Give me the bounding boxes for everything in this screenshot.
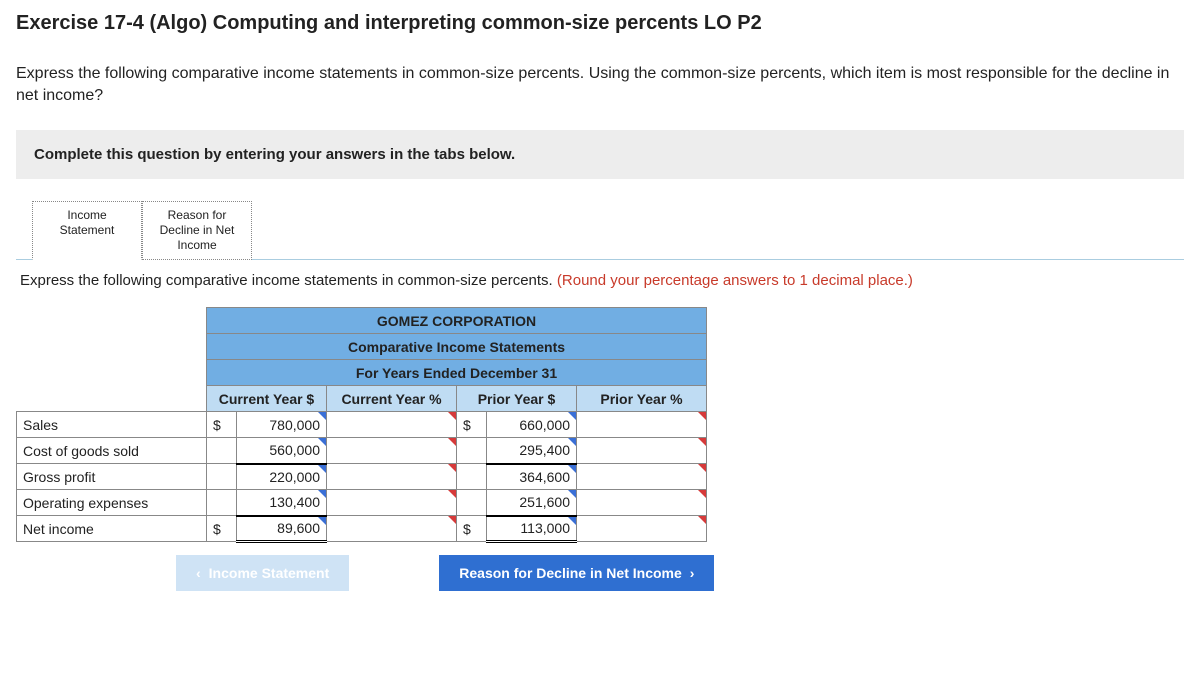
currency-symbol: $ [207, 412, 237, 438]
currency-symbol: $ [207, 516, 237, 542]
edit-marker-icon [318, 517, 326, 525]
cy-pct-input[interactable] [327, 438, 457, 464]
cy-pct-input[interactable] [327, 464, 457, 490]
edit-marker-icon [698, 412, 706, 420]
currency-symbol [457, 490, 487, 516]
edit-marker-icon [568, 490, 576, 498]
edit-marker-icon [568, 438, 576, 446]
next-tab-label: Reason for Decline in Net Income [459, 565, 682, 581]
edit-marker-icon [568, 465, 576, 473]
nav-row: ‹ Income Statement Reason for Decline in… [176, 555, 1184, 591]
table-row: Net income $ 89,600 $ 113,000 [17, 516, 707, 542]
py-pct-input[interactable] [577, 516, 707, 542]
py-pct-input[interactable] [577, 412, 707, 438]
cy-pct-input[interactable] [327, 490, 457, 516]
cy-pct-input[interactable] [327, 516, 457, 542]
currency-symbol [207, 490, 237, 516]
col-prior-year-pct: Prior Year % [577, 386, 707, 412]
edit-marker-icon [318, 465, 326, 473]
tab-income-statement[interactable]: Income Statement [32, 201, 142, 260]
edit-marker-icon [448, 438, 456, 446]
table-row: Operating expenses 130,400 251,600 [17, 490, 707, 516]
currency-symbol [207, 438, 237, 464]
tab-desc-main: Express the following comparative income… [20, 272, 557, 289]
py-pct-input[interactable] [577, 464, 707, 490]
prev-tab-button[interactable]: ‹ Income Statement [176, 555, 349, 591]
question-text: Express the following comparative income… [16, 63, 1184, 106]
currency-symbol: $ [457, 412, 487, 438]
py-pct-input[interactable] [577, 438, 707, 464]
cy-amount-input[interactable]: 130,400 [237, 490, 327, 516]
col-current-year-dollar: Current Year $ [207, 386, 327, 412]
edit-marker-icon [698, 516, 706, 524]
py-amount-input[interactable]: 251,600 [487, 490, 577, 516]
edit-marker-icon [568, 412, 576, 420]
prev-tab-label: Income Statement [209, 565, 330, 581]
cy-amount-input[interactable]: 89,600 [237, 516, 327, 542]
edit-marker-icon [698, 490, 706, 498]
table-row: Sales $ 780,000 $ 660,000 [17, 412, 707, 438]
col-prior-year-dollar: Prior Year $ [457, 386, 577, 412]
tab-reason-decline[interactable]: Reason for Decline in Net Income [142, 201, 252, 260]
tab-description: Express the following comparative income… [16, 260, 1184, 307]
edit-marker-icon [318, 412, 326, 420]
row-label: Sales [17, 412, 207, 438]
edit-marker-icon [448, 516, 456, 524]
py-pct-input[interactable] [577, 490, 707, 516]
income-statement-table: GOMEZ CORPORATION Comparative Income Sta… [16, 307, 707, 543]
currency-symbol [207, 464, 237, 490]
tab-desc-hint: (Round your percentage answers to 1 deci… [557, 272, 913, 289]
edit-marker-icon [568, 517, 576, 525]
table-row: Cost of goods sold 560,000 295,400 [17, 438, 707, 464]
chevron-right-icon: › [690, 565, 695, 581]
next-tab-button[interactable]: Reason for Decline in Net Income › [439, 555, 714, 591]
edit-marker-icon [698, 438, 706, 446]
table-subtitle: Comparative Income Statements [207, 334, 707, 360]
table-corp-header: GOMEZ CORPORATION [207, 308, 707, 334]
edit-marker-icon [318, 490, 326, 498]
table-period: For Years Ended December 31 [207, 360, 707, 386]
tabs: Income Statement Reason for Decline in N… [32, 201, 1184, 260]
py-amount-input[interactable]: 113,000 [487, 516, 577, 542]
currency-symbol [457, 464, 487, 490]
cy-amount-input[interactable]: 560,000 [237, 438, 327, 464]
table-row: Gross profit 220,000 364,600 [17, 464, 707, 490]
row-label: Operating expenses [17, 490, 207, 516]
currency-symbol [457, 438, 487, 464]
edit-marker-icon [448, 412, 456, 420]
chevron-left-icon: ‹ [196, 565, 201, 581]
col-current-year-pct: Current Year % [327, 386, 457, 412]
row-label: Gross profit [17, 464, 207, 490]
edit-marker-icon [698, 464, 706, 472]
instruction-bar: Complete this question by entering your … [16, 130, 1184, 179]
py-amount-input[interactable]: 364,600 [487, 464, 577, 490]
page-title: Exercise 17-4 (Algo) Computing and inter… [16, 12, 1184, 35]
edit-marker-icon [318, 438, 326, 446]
cy-pct-input[interactable] [327, 412, 457, 438]
row-label: Cost of goods sold [17, 438, 207, 464]
py-amount-input[interactable]: 295,400 [487, 438, 577, 464]
row-label: Net income [17, 516, 207, 542]
py-amount-input[interactable]: 660,000 [487, 412, 577, 438]
edit-marker-icon [448, 490, 456, 498]
cy-amount-input[interactable]: 780,000 [237, 412, 327, 438]
edit-marker-icon [448, 464, 456, 472]
currency-symbol: $ [457, 516, 487, 542]
cy-amount-input[interactable]: 220,000 [237, 464, 327, 490]
